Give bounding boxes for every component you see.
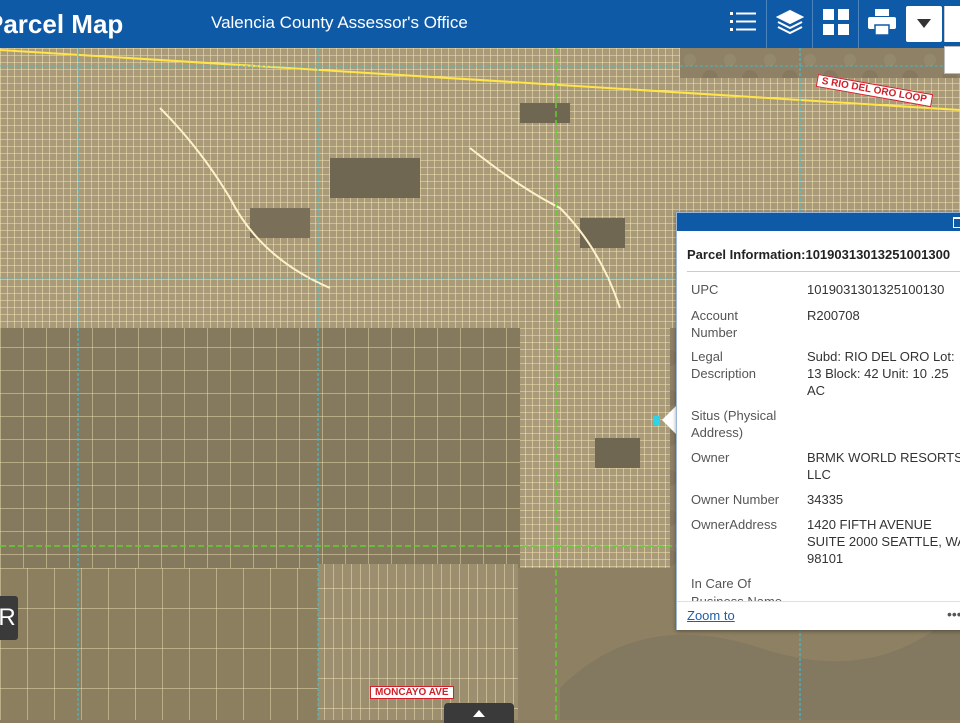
attribute-table: UPC 1019031301325100130 Account Number R… (691, 281, 960, 603)
attr-value: 34335 (807, 492, 844, 507)
chevron-down-icon (917, 15, 931, 33)
zoom-to-link[interactable]: Zoom to (687, 608, 735, 623)
attribute-panel-toggle[interactable] (444, 703, 514, 723)
road-label-moncayo: MONCAYO AVE (370, 686, 454, 699)
layers-icon (775, 9, 805, 40)
side-widget-label: R (0, 604, 16, 631)
attr-key: Legal Description (691, 349, 757, 381)
maximize-icon[interactable] (953, 217, 960, 228)
basemap-grid-icon (823, 8, 849, 40)
basemap-button[interactable] (812, 0, 859, 48)
popup-pointer (662, 405, 677, 435)
app-title: Parcel Map (0, 9, 124, 39)
attr-key: Owner (691, 450, 730, 465)
popup-footer: Zoom to ••• (677, 601, 960, 630)
attr-key: Situs (Physical Address) (691, 408, 777, 440)
legend-list-icon (730, 11, 756, 38)
attr-key: Account Number (691, 308, 738, 340)
selected-parcel[interactable] (653, 416, 660, 425)
attr-value: 1019031301325100130 (807, 282, 945, 297)
more-actions-icon[interactable]: ••• (947, 606, 960, 622)
attr-value: R200708 (807, 308, 860, 323)
attr-key: OwnerAddress (691, 517, 777, 532)
popup-divider (687, 271, 960, 272)
map-side-control[interactable] (944, 46, 960, 74)
attr-key: UPC (691, 282, 719, 297)
layers-button[interactable] (766, 0, 813, 48)
attr-value: Subd: RIO DEL ORO Lot: 13 Block: 42 Unit… (807, 349, 955, 398)
print-button[interactable] (858, 0, 905, 48)
print-icon (868, 8, 896, 40)
attr-key: In Care Of (691, 576, 751, 591)
popup-title: Parcel Information:10190313013251001300 (687, 247, 951, 262)
popup-title-bar (677, 213, 960, 231)
header-overflow-control[interactable] (944, 6, 960, 42)
more-tools-dropdown[interactable] (906, 6, 942, 42)
chevron-up-icon (473, 704, 485, 722)
parcel-info-popup: Parcel Information:10190313013251001300 … (676, 212, 960, 630)
side-widget-tab[interactable]: R (0, 596, 18, 640)
app-subtitle: Valencia County Assessor's Office (211, 13, 468, 32)
attr-value: 1420 FIFTH AVENUE SUITE 2000 SEATTLE, WA… (807, 517, 960, 566)
app-header: Parcel Map Valencia County Assessor's Of… (0, 0, 960, 48)
attr-value: BRMK WORLD RESORTS LLC (807, 450, 960, 482)
legend-button[interactable] (720, 0, 766, 48)
attr-key: Owner Number (691, 492, 780, 507)
